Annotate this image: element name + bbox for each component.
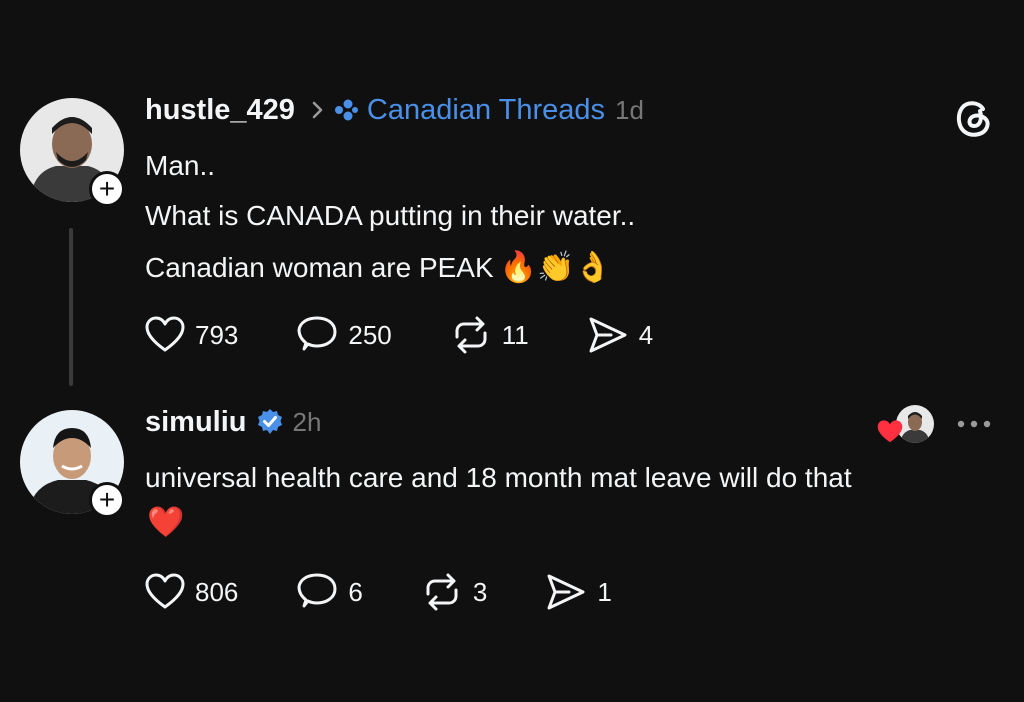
post-line-2: What is CANADA putting in their water..: [145, 200, 636, 231]
reply-count: 250: [348, 319, 392, 350]
repost-icon: [421, 572, 463, 612]
reply-text: universal health care and 18 month mat l…: [145, 462, 852, 493]
share-count: 1: [597, 576, 612, 607]
repost-count: 11: [501, 319, 529, 350]
reply-button[interactable]: 6: [296, 572, 363, 612]
like-button[interactable]: 793: [145, 316, 238, 354]
share-button[interactable]: 1: [545, 572, 612, 612]
repost-count: 3: [472, 576, 488, 607]
reply-username[interactable]: simuliu: [145, 406, 247, 439]
threads-logo-icon[interactable]: [951, 95, 995, 144]
post-line-3: Canadian woman are PEAK: [145, 251, 494, 283]
community-icon: [333, 97, 359, 123]
share-icon: [587, 315, 629, 355]
like-count: 793: [195, 319, 239, 350]
reply-emoji: ❤️: [147, 505, 185, 540]
reply-time: 2h: [292, 406, 322, 437]
reply-actions: 806 6 3 1: [145, 572, 612, 612]
like-count: 806: [195, 576, 239, 607]
community-link[interactable]: Canadian Threads: [367, 94, 605, 127]
post-actions: 793 250 11 4: [145, 315, 653, 355]
comment-icon: [296, 315, 338, 355]
post-header: hustle_429 Canadian Threads 1d: [145, 92, 644, 128]
post-line-3-container: Canadian woman are PEAK 🔥👏👌: [145, 250, 612, 285]
liked-by-author-indicator: [876, 405, 934, 447]
post-username[interactable]: hustle_429: [145, 94, 295, 127]
follow-button-simuliu[interactable]: +: [89, 482, 125, 518]
comment-icon: [296, 572, 338, 612]
share-count: 4: [638, 319, 654, 350]
repost-button[interactable]: 11: [450, 315, 529, 355]
post-emojis: 🔥👏👌: [499, 250, 612, 285]
reply-button[interactable]: 250: [296, 315, 392, 355]
chevron-right-icon: [311, 100, 325, 120]
verified-badge-icon: [255, 407, 285, 437]
post-line-1: Man..: [145, 150, 216, 181]
repost-icon: [450, 315, 492, 355]
heart-filled-icon: [876, 419, 904, 445]
more-icon[interactable]: [955, 414, 995, 439]
share-icon: [545, 572, 587, 612]
heart-icon: [145, 316, 185, 354]
repost-button[interactable]: 3: [421, 572, 487, 612]
like-button[interactable]: 806: [145, 573, 238, 611]
thread-connector-line: [69, 228, 73, 386]
follow-button-hustle_429[interactable]: +: [89, 171, 125, 207]
reply-header: simuliu 2h: [145, 404, 321, 440]
reply-count: 6: [348, 576, 363, 607]
share-button[interactable]: 4: [587, 315, 653, 355]
heart-icon: [145, 573, 185, 611]
post-time: 1d: [615, 94, 644, 125]
